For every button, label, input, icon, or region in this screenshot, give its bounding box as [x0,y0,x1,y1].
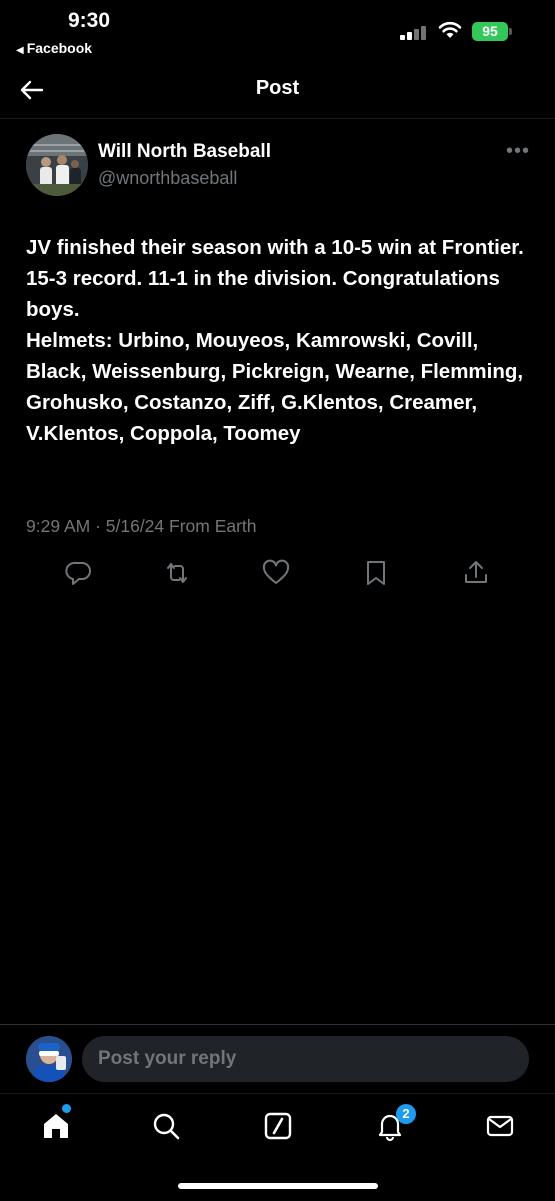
user-avatar-image [26,1036,72,1082]
messages-icon[interactable] [484,1110,516,1142]
header-divider [0,118,555,119]
repost-icon[interactable] [162,558,192,588]
home-new-dot [62,1104,71,1113]
share-icon[interactable] [461,558,491,588]
author-name[interactable]: Will North Baseball [98,141,271,163]
page-title: Post [255,77,300,99]
post-text: JV finished their season with a 10-5 win… [26,236,524,445]
grok-icon[interactable] [262,1110,294,1142]
battery-indicator: 95 [472,22,508,41]
battery-tip [509,28,512,35]
author-avatar-image [26,134,88,196]
user-avatar[interactable] [26,1036,72,1082]
more-options-icon[interactable]: ••• [506,140,530,163]
back-triangle-icon: ◀ [16,45,24,56]
reply-divider [0,1024,555,1025]
back-to-app-link[interactable]: ◀ Facebook [16,40,92,56]
reply-icon[interactable] [64,558,94,588]
reply-input[interactable] [82,1036,529,1082]
wifi-icon [438,21,462,38]
post-header: Post [0,62,555,118]
notifications-badge: 2 [396,1104,416,1124]
author-avatar[interactable] [26,134,88,196]
post-meta: 9:29 AM · 5/16/24 From Earth [26,516,257,536]
bookmark-icon[interactable] [361,558,391,588]
reply-box[interactable] [82,1036,529,1082]
post-actions [0,558,555,590]
search-icon[interactable] [150,1110,182,1142]
back-app-label: Facebook [26,40,93,56]
like-icon[interactable] [261,558,291,588]
cellular-signal-icon [400,24,430,40]
home-indicator [178,1183,378,1189]
home-icon[interactable] [40,1110,72,1142]
status-time: 9:30 [68,9,111,32]
author-handle[interactable]: @wnorthbaseball [98,168,237,189]
status-bar: 9:30 ◀ Facebook 95 [0,0,555,62]
